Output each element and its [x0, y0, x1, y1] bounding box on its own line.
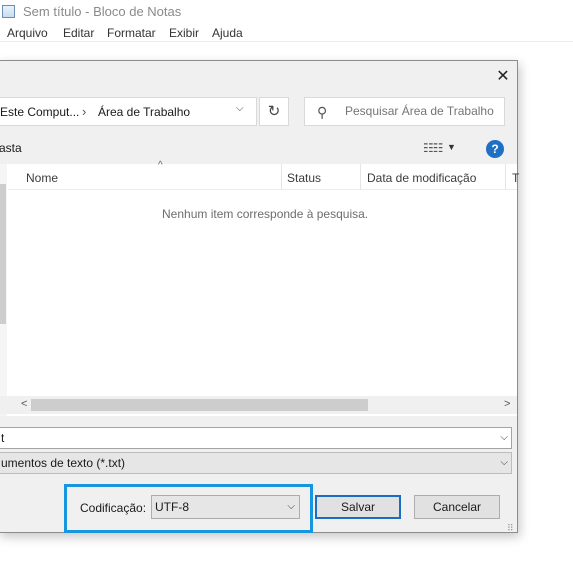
chevron-right-icon[interactable]: › — [82, 104, 86, 119]
notepad-app-icon — [2, 5, 15, 18]
refresh-icon[interactable]: ↻ — [259, 97, 289, 126]
column-name[interactable]: Nome — [26, 171, 58, 185]
menu-editar[interactable]: Editar — [63, 26, 94, 40]
column-divider[interactable] — [281, 164, 282, 190]
view-options-icon: ☷☷ — [423, 141, 443, 155]
breadcrumb-this-pc[interactable]: Este Comput... — [0, 105, 79, 119]
column-date-modified[interactable]: Data de modificação — [367, 171, 476, 185]
view-options-button[interactable]: ☷☷ ▼ — [423, 140, 463, 158]
encoding-select[interactable]: UTF-8 ⌵ — [151, 495, 300, 519]
search-icon: ⚲ — [317, 104, 328, 120]
close-icon[interactable]: ✕ — [492, 66, 514, 88]
save-button[interactable]: Salvar — [315, 495, 401, 519]
new-folder-button[interactable]: asta — [0, 141, 22, 155]
cancel-button[interactable]: Cancelar — [414, 495, 500, 519]
sort-indicator-icon: ^ — [158, 160, 163, 171]
menu-arquivo[interactable]: Arquivo — [7, 26, 48, 40]
encoding-label: Codificação: — [80, 501, 147, 515]
breadcrumb-desktop[interactable]: Área de Trabalho — [98, 105, 190, 119]
column-headers: ^ Nome Status Data de modificação T — [8, 160, 519, 190]
column-divider[interactable] — [360, 164, 361, 190]
chevron-down-icon[interactable]: ⌵ — [500, 457, 508, 468]
chevron-down-icon[interactable]: ⌵ — [287, 501, 295, 512]
menu-ajuda[interactable]: Ajuda — [212, 26, 243, 40]
help-icon[interactable]: ? — [486, 140, 504, 158]
save-as-dialog: ✕ Este Comput... › Área de Trabalho ⌵ ↻ … — [0, 60, 519, 534]
encoding-value: UTF-8 — [155, 500, 189, 514]
search-box[interactable]: ⚲ — [304, 97, 505, 126]
horizontal-scrollbar[interactable]: < > — [0, 396, 517, 414]
dialog-footer: Codificação: UTF-8 ⌵ Salvar Cancelar — [0, 481, 517, 534]
filetype-select[interactable]: umentos de texto (*.txt) ⌵ — [0, 452, 512, 474]
empty-state-message: Nenhum item corresponde à pesquisa. — [162, 207, 369, 221]
navigation-pane[interactable] — [0, 164, 7, 416]
scroll-right-icon[interactable]: > — [504, 398, 510, 410]
filename-value[interactable]: t — [1, 431, 4, 445]
address-bar[interactable]: Este Comput... › Área de Trabalho ⌵ — [0, 97, 257, 126]
notepad-menubar: Arquivo Editar Formatar Exibir Ajuda — [0, 24, 573, 42]
navigation-scrollbar[interactable] — [0, 184, 6, 324]
filetype-value: umentos de texto (*.txt) — [1, 456, 126, 470]
scroll-left-icon[interactable]: < — [21, 398, 27, 410]
resize-grip-icon[interactable]: ⠿ — [507, 523, 514, 534]
search-input[interactable] — [345, 104, 501, 118]
file-list[interactable]: ^ Nome Status Data de modificação T Nenh… — [0, 160, 519, 416]
menu-formatar[interactable]: Formatar — [107, 26, 156, 40]
filename-field[interactable]: t ⌵ — [0, 427, 512, 449]
column-status[interactable]: Status — [287, 171, 321, 185]
menu-exibir[interactable]: Exibir — [169, 26, 199, 40]
notepad-window-title: Sem título - Bloco de Notas — [23, 4, 182, 19]
column-type[interactable]: T — [512, 171, 519, 185]
scrollbar-thumb[interactable] — [31, 399, 368, 411]
notepad-titlebar: Sem título - Bloco de Notas — [0, 0, 573, 24]
column-divider[interactable] — [505, 164, 506, 190]
chevron-down-icon: ▼ — [447, 142, 456, 152]
chevron-down-icon[interactable]: ⌵ — [236, 103, 244, 114]
chevron-down-icon[interactable]: ⌵ — [500, 432, 508, 443]
